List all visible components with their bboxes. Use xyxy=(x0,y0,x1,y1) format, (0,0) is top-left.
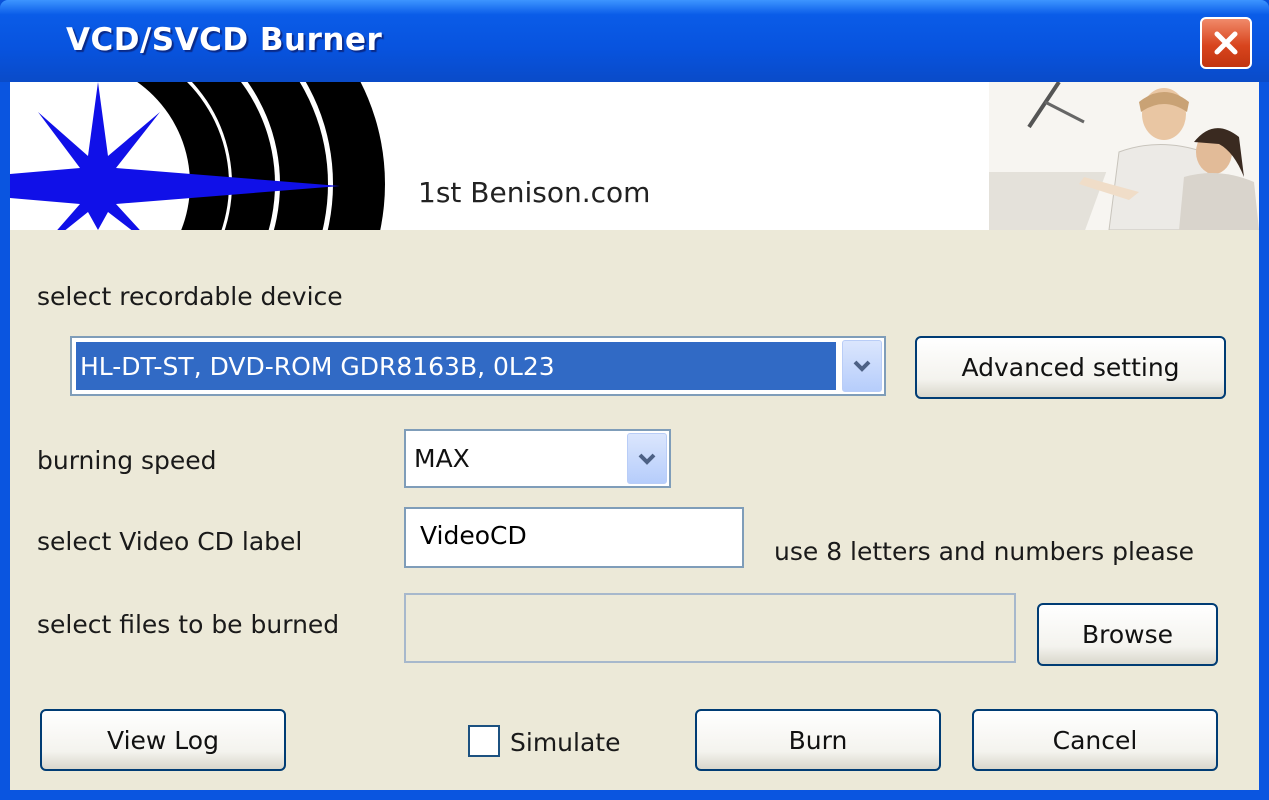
dialog-body: 1st Benison.com select recordable device… xyxy=(10,82,1259,790)
window-title: VCD/SVCD Burner xyxy=(66,22,383,58)
speed-label: burning speed xyxy=(37,446,217,475)
simulate-checkbox[interactable] xyxy=(468,725,500,757)
browse-button[interactable]: Browse xyxy=(1037,603,1218,666)
device-selected-value: HL-DT-ST, DVD-ROM GDR8163B, 0L23 xyxy=(76,342,836,390)
cd-label-hint: use 8 letters and numbers please xyxy=(774,537,1195,566)
device-dropdown-arrow[interactable] xyxy=(842,340,882,392)
chevron-down-icon xyxy=(638,453,656,465)
speed-select[interactable]: MAX xyxy=(404,429,671,488)
device-select[interactable]: HL-DT-ST, DVD-ROM GDR8163B, 0L23 xyxy=(70,336,886,396)
title-bar[interactable]: VCD/SVCD Burner xyxy=(0,0,1269,82)
people-photo xyxy=(989,82,1259,230)
files-input[interactable] xyxy=(404,593,1016,663)
cd-label-label: select Video CD label xyxy=(37,527,303,556)
simulate-label[interactable]: Simulate xyxy=(510,728,620,757)
cancel-button[interactable]: Cancel xyxy=(972,709,1218,771)
files-label: select files to be burned xyxy=(37,610,340,639)
view-log-button[interactable]: View Log xyxy=(40,709,286,771)
device-label: select recordable device xyxy=(37,282,343,311)
advanced-setting-button[interactable]: Advanced setting xyxy=(915,336,1226,399)
cd-label-value: VideoCD xyxy=(420,521,527,550)
burn-button[interactable]: Burn xyxy=(695,709,941,771)
cd-label-input[interactable]: VideoCD xyxy=(404,507,744,568)
banner: 1st Benison.com xyxy=(10,82,1259,230)
star-logo-icon xyxy=(10,82,385,230)
dialog-window: VCD/SVCD Burner 1st Benison.com select r… xyxy=(0,0,1269,800)
chevron-down-icon xyxy=(853,360,871,372)
speed-dropdown-arrow[interactable] xyxy=(627,433,667,484)
speed-selected-value: MAX xyxy=(414,444,470,473)
close-icon xyxy=(1214,31,1238,55)
brand-text: 1st Benison.com xyxy=(418,176,651,209)
close-button[interactable] xyxy=(1200,17,1252,69)
